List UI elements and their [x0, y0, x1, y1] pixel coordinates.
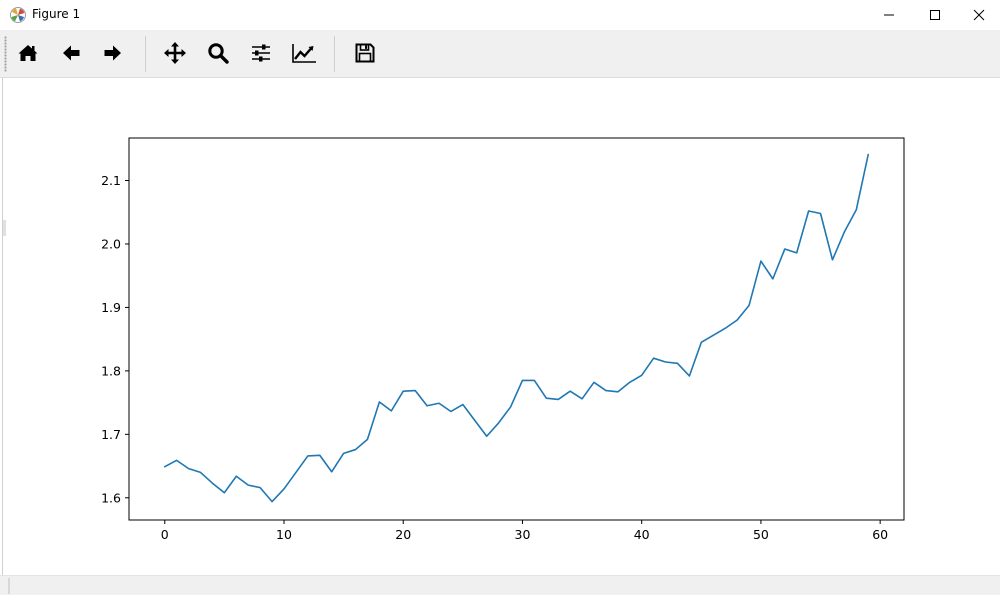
back-button[interactable]: [56, 38, 86, 68]
minimize-icon: [884, 14, 894, 16]
toolbar-separator: [334, 36, 335, 72]
x-tick-label: 40: [634, 527, 650, 542]
arrow-left-icon: [63, 45, 80, 61]
sliders-icon: [252, 44, 270, 62]
maximize-button[interactable]: [912, 0, 958, 30]
y-tick-label: 2.1: [101, 173, 121, 188]
save-button[interactable]: [350, 38, 380, 68]
x-tick-label: 30: [515, 527, 531, 542]
status-grip: [8, 578, 10, 594]
maximize-icon: [930, 10, 940, 20]
navigation-toolbar: [0, 30, 1000, 78]
y-tick-label: 1.7: [101, 427, 121, 442]
close-icon: [973, 9, 985, 21]
magnifier-icon: [208, 43, 229, 64]
title-bar: Figure 1: [0, 0, 1000, 30]
floppy-disk-icon: [355, 43, 375, 63]
home-button[interactable]: [13, 38, 43, 68]
x-tick-label: 20: [395, 527, 411, 542]
x-tick-label: 60: [872, 527, 888, 542]
home-icon: [18, 45, 38, 61]
toolbar-separator: [145, 36, 146, 72]
minimize-button[interactable]: [866, 0, 912, 30]
y-tick-label: 1.6: [101, 490, 121, 505]
toolbar-grip: [4, 36, 7, 72]
figure-canvas[interactable]: 0 10 20 30 40 50 60 1.6 1.7 1.8 1.9 2.0 2.1: [2, 78, 999, 575]
y-tick-label: 1.9: [101, 300, 121, 315]
y-tick-label: 2.0: [101, 236, 121, 251]
x-tick-label: 0: [161, 527, 169, 542]
arrow-right-icon: [104, 45, 121, 61]
plot-frame: [128, 137, 905, 521]
line-chart-icon: [292, 44, 316, 63]
close-button[interactable]: [956, 0, 1000, 30]
series-line: [163, 153, 870, 503]
x-tick-label: 10: [276, 527, 292, 542]
zoom-button[interactable]: [203, 38, 233, 68]
status-bar: [0, 575, 1000, 595]
edit-axis-button[interactable]: [289, 38, 319, 68]
window-title: Figure 1: [32, 7, 81, 21]
configure-subplots-button[interactable]: [246, 38, 276, 68]
y-tick-label: 1.8: [101, 363, 121, 378]
forward-button[interactable]: [98, 38, 128, 68]
pan-button[interactable]: [160, 38, 190, 68]
move-icon: [164, 42, 186, 64]
matplotlib-icon: [10, 7, 26, 23]
x-tick-label: 50: [753, 527, 769, 542]
line-chart: 0 10 20 30 40 50 60 1.6 1.7 1.8 1.9 2.0 2.1: [101, 137, 905, 542]
